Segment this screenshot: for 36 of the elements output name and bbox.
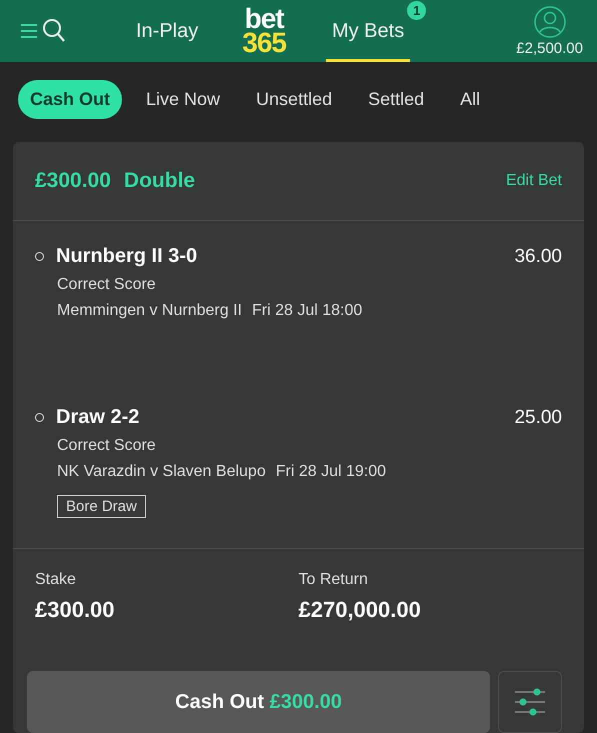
filter-tab[interactable]: Settled xyxy=(356,80,436,119)
bet-tag: Bore Draw xyxy=(57,495,146,518)
event-name: NK Varazdin v Slaven Belupo xyxy=(57,463,266,481)
market-name: Correct Score xyxy=(56,437,156,455)
menu-icon[interactable] xyxy=(20,23,38,39)
market-name: Correct Score xyxy=(56,276,156,294)
bet-type: Double xyxy=(124,169,196,193)
event-time: Fri 28 Jul 18:00 xyxy=(252,302,362,320)
settings-button[interactable] xyxy=(498,671,562,733)
count-badge: 1 xyxy=(407,1,426,20)
balance: £2,500.00 xyxy=(516,40,583,56)
filter-tab[interactable]: Cash Out xyxy=(18,80,122,119)
summary-label: Stake xyxy=(35,571,77,589)
bet-amount: £300.00 xyxy=(35,169,111,193)
filter-tab[interactable]: All xyxy=(448,80,492,119)
summary-value: £270,000.00 xyxy=(298,597,422,623)
status-ring-icon xyxy=(35,252,44,261)
logo-text: bet xyxy=(244,7,284,31)
status-ring-icon xyxy=(35,413,44,422)
event-time: Fri 28 Jul 19:00 xyxy=(276,463,386,481)
selection-name: Draw 2-2 xyxy=(56,406,140,429)
selection-name: Nurnberg II 3-0 xyxy=(56,245,198,268)
sliders-icon xyxy=(513,687,547,717)
nav-tab[interactable]: In-Play xyxy=(130,0,204,62)
logo-text: 365 xyxy=(242,31,286,55)
filter-tab[interactable]: Live Now xyxy=(134,80,232,119)
cash-out-button[interactable]: Cash Out £300.00 xyxy=(27,671,490,733)
odds: 25.00 xyxy=(514,406,562,428)
summary-label: To Return xyxy=(298,571,369,589)
odds: 36.00 xyxy=(514,246,562,268)
search-icon[interactable] xyxy=(42,18,66,44)
filter-tab[interactable]: Unsettled xyxy=(244,80,344,119)
edit-bet-link[interactable]: Edit Bet xyxy=(506,172,562,190)
event-name: Memmingen v Nurnberg II xyxy=(57,302,242,320)
summary-value: £300.00 xyxy=(35,597,116,623)
account-icon[interactable] xyxy=(534,6,566,38)
